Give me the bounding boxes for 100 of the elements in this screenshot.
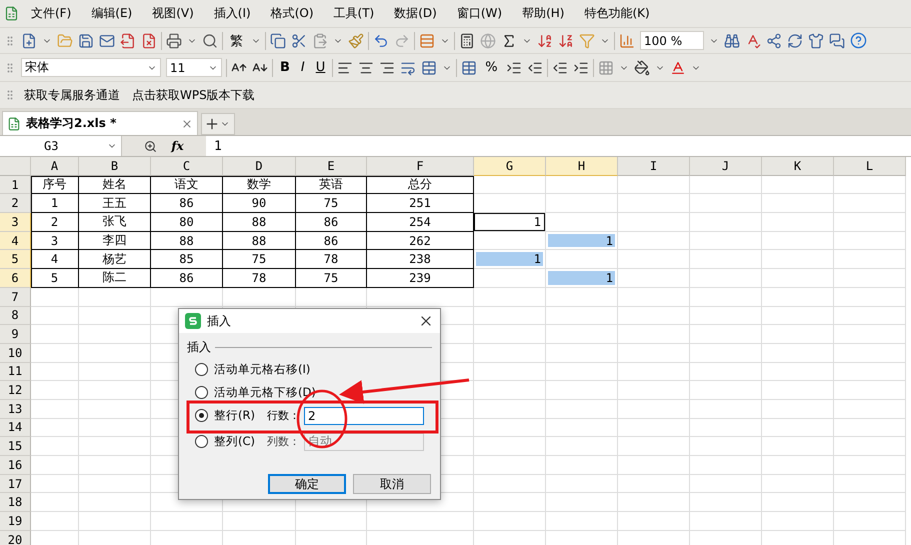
zoom-dropdown[interactable]: 100 % <box>640 31 704 50</box>
mail-icon[interactable] <box>99 32 115 48</box>
empty-cell[interactable] <box>79 474 151 494</box>
empty-cell[interactable] <box>690 493 762 512</box>
empty-cell[interactable] <box>618 474 690 494</box>
empty-cell[interactable] <box>618 381 690 400</box>
traditional-chinese-button[interactable]: 繁 <box>227 32 246 50</box>
align-center-icon[interactable] <box>358 60 374 76</box>
radio-button[interactable] <box>195 386 208 399</box>
row-header[interactable]: 1 <box>0 176 31 194</box>
empty-cell[interactable] <box>474 381 546 400</box>
empty-cell[interactable] <box>834 250 906 270</box>
chart-icon[interactable] <box>619 32 635 48</box>
export-icon[interactable] <box>120 32 136 48</box>
empty-cell[interactable] <box>618 362 690 382</box>
empty-cell[interactable] <box>618 512 690 531</box>
empty-cell[interactable] <box>834 344 906 363</box>
empty-cell[interactable] <box>762 400 834 419</box>
empty-cell[interactable] <box>618 288 690 306</box>
column-header[interactable]: F <box>367 157 474 176</box>
empty-cell[interactable] <box>618 456 690 475</box>
empty-cell[interactable] <box>474 474 546 494</box>
empty-cell[interactable] <box>546 325 618 344</box>
empty-cell[interactable] <box>474 362 546 382</box>
empty-cell[interactable] <box>546 493 618 512</box>
empty-cell[interactable] <box>690 474 762 494</box>
copy-icon[interactable] <box>270 32 286 48</box>
empty-cell[interactable] <box>618 250 690 270</box>
column-header[interactable]: J <box>690 157 762 176</box>
fill-color-icon[interactable] <box>634 60 650 76</box>
value-cell[interactable]: 1 <box>546 269 618 288</box>
empty-cell[interactable] <box>690 232 762 250</box>
empty-cell[interactable] <box>223 288 296 306</box>
empty-cell[interactable] <box>762 250 834 270</box>
empty-cell[interactable] <box>223 512 296 531</box>
empty-cell[interactable] <box>690 418 762 438</box>
empty-cell[interactable] <box>79 306 151 326</box>
empty-cell[interactable] <box>618 213 690 232</box>
menu-item[interactable]: 帮助(H) <box>514 5 572 22</box>
empty-cell[interactable] <box>546 194 618 214</box>
empty-cell[interactable] <box>546 176 618 194</box>
empty-cell[interactable] <box>546 344 618 363</box>
empty-cell[interactable] <box>762 512 834 531</box>
row-header[interactable]: 3 <box>0 213 31 232</box>
empty-cell[interactable] <box>474 456 546 475</box>
value-cell[interactable]: 1 <box>546 232 618 250</box>
toolbar-link[interactable]: 获取专属服务通道 <box>20 86 124 104</box>
format-painter-icon[interactable] <box>348 32 364 48</box>
column-header[interactable]: B <box>79 157 151 176</box>
empty-cell[interactable] <box>834 325 906 344</box>
document-delete-icon[interactable] <box>141 32 157 48</box>
empty-cell[interactable] <box>762 381 834 400</box>
empty-cell[interactable] <box>546 362 618 382</box>
dialog-button[interactable]: 取消 <box>353 474 431 494</box>
menu-item[interactable]: 格式(O) <box>262 5 322 22</box>
folder-icon[interactable] <box>57 32 73 48</box>
empty-cell[interactable] <box>762 194 834 214</box>
input-field[interactable]: 2 <box>304 406 424 424</box>
empty-cell[interactable] <box>762 474 834 494</box>
empty-cell[interactable] <box>367 288 474 306</box>
empty-cell[interactable] <box>834 400 906 419</box>
menu-item[interactable]: 视图(V) <box>144 5 202 22</box>
column-header[interactable]: C <box>151 157 223 176</box>
empty-cell[interactable] <box>546 418 618 438</box>
zoom-icon[interactable] <box>144 140 158 152</box>
empty-cell[interactable] <box>690 250 762 270</box>
empty-cell[interactable] <box>762 325 834 344</box>
empty-cell[interactable] <box>474 512 546 531</box>
empty-cell[interactable] <box>79 400 151 419</box>
empty-cell[interactable] <box>546 437 618 456</box>
new-document-icon[interactable] <box>21 32 37 48</box>
radio-label[interactable]: 活动单元格右移(I) <box>214 362 310 377</box>
table-format-icon[interactable] <box>461 60 478 76</box>
redo-icon[interactable] <box>394 32 410 48</box>
menu-item[interactable]: 插入(I) <box>206 5 259 22</box>
column-header[interactable]: H <box>546 157 618 176</box>
font-size-dropdown[interactable]: 11 <box>166 58 222 77</box>
column-header[interactable]: A <box>31 157 79 176</box>
row-header[interactable]: 20 <box>0 530 31 545</box>
cut-icon[interactable] <box>291 32 307 48</box>
empty-cell[interactable] <box>834 194 906 214</box>
empty-cell[interactable] <box>834 418 906 438</box>
empty-cell[interactable] <box>474 325 546 344</box>
empty-cell[interactable] <box>367 512 474 531</box>
empty-cell[interactable] <box>690 306 762 326</box>
empty-cell[interactable] <box>151 512 223 531</box>
chat-icon[interactable] <box>829 32 845 48</box>
empty-cell[interactable] <box>690 437 762 456</box>
select-all-corner[interactable] <box>0 157 31 176</box>
empty-cell[interactable] <box>690 381 762 400</box>
empty-cell[interactable] <box>474 344 546 363</box>
empty-cell[interactable] <box>834 288 906 306</box>
empty-cell[interactable] <box>79 418 151 438</box>
empty-cell[interactable] <box>618 437 690 456</box>
sort-descending-icon[interactable] <box>558 32 574 48</box>
menu-item[interactable]: 工具(T) <box>326 5 382 22</box>
empty-cell[interactable] <box>690 269 762 288</box>
row-header[interactable]: 6 <box>0 269 31 288</box>
empty-cell[interactable] <box>618 493 690 512</box>
empty-cell[interactable] <box>762 493 834 512</box>
